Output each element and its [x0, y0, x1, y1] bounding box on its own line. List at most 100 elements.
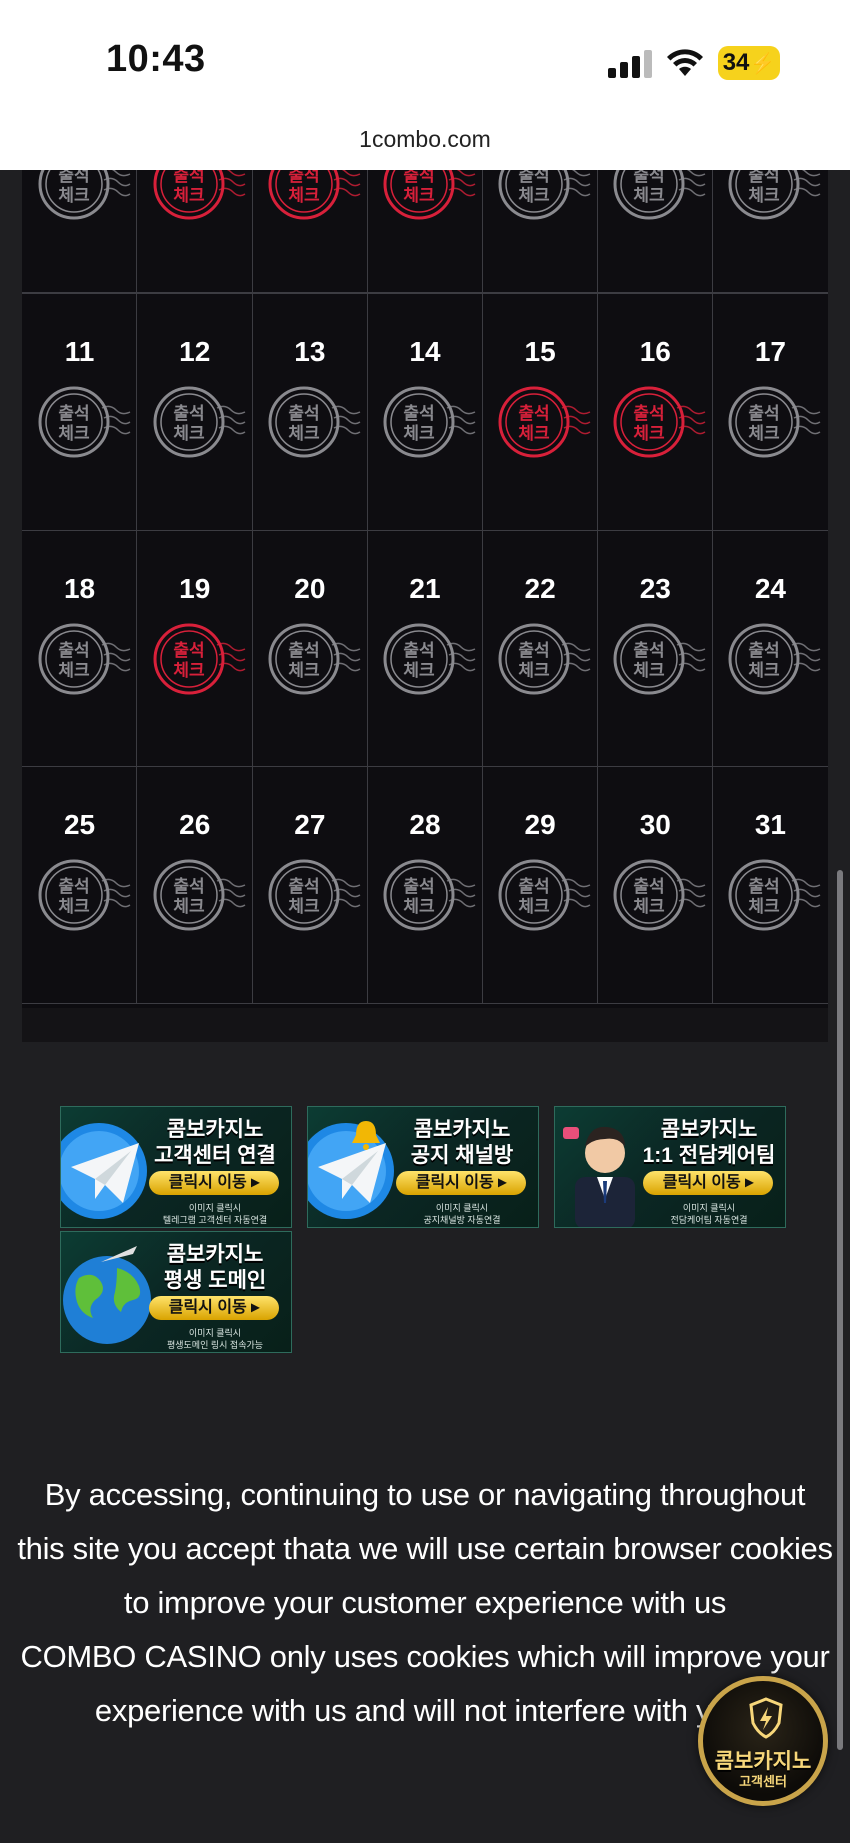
cookie-line: COMBO CASINO only uses cookies which wil… [20, 1639, 830, 1674]
calendar-day-cell[interactable]: 출석 체크 [481, 170, 599, 294]
banner-subtitle: 공지 채널방 [410, 1144, 514, 1167]
address-bar-url[interactable]: 1combo.com [0, 126, 850, 153]
svg-text:체크: 체크 [518, 424, 550, 444]
svg-text:체크: 체크 [58, 186, 90, 206]
svg-text:체크: 체크 [403, 661, 435, 681]
calendar-day-cell[interactable]: 29 출석 체크 [481, 766, 599, 1005]
banner-cta-button[interactable]: 클릭시 이동 ▸ [149, 1296, 279, 1320]
cellular-signal-icon [608, 50, 652, 78]
attendance-stamp-unchecked-icon: 출석체크 [383, 859, 476, 931]
promo-banner[interactable]: 콤보카지노 1:1 전담케어팀 클릭시 이동 ▸ 이미지 클릭시 전담케어팀 자동연결 [554, 1106, 786, 1228]
calendar-day-cell[interactable]: 31 출석 체크 [712, 766, 828, 1005]
calendar-day-cell[interactable]: 25 출석 체크 [22, 766, 138, 1005]
svg-text:체크: 체크 [288, 186, 320, 206]
promo-banner[interactable]: 콤보카지노 평생 도메인 클릭시 이동 ▸ 이미지 클릭시 평생도메인 링시 접속가능 [60, 1231, 292, 1353]
calendar-day-number: 13 [294, 336, 326, 368]
svg-text:출석: 출석 [173, 641, 204, 661]
svg-text:출석: 출석 [634, 170, 665, 186]
calendar-day-number: 27 [294, 809, 326, 841]
attendance-stamp-unchecked-icon: 출석체크 [383, 386, 476, 458]
svg-text:출석: 출석 [58, 641, 89, 661]
attendance-stamp-unchecked-icon: 출석체크 [728, 859, 821, 931]
attendance-stamp-unchecked-icon: 출석체크 [268, 623, 361, 695]
banner-cta-button[interactable]: 클릭시 이동 ▸ [396, 1171, 526, 1195]
attendance-stamp-unchecked-icon: 출석체크 [38, 623, 130, 695]
calendar-day-cell[interactable]: 28 출석 체크 [366, 766, 484, 1005]
svg-text:출석: 출석 [403, 170, 434, 186]
promo-banner[interactable]: 콤보카지노 공지 채널방 클릭시 이동 ▸ 이미지 클릭시 공지채널방 자동연결 [307, 1106, 539, 1228]
calendar-day-number: 23 [639, 572, 671, 604]
svg-text:체크: 체크 [634, 897, 666, 917]
svg-text:출석: 출석 [634, 404, 665, 424]
promo-banner[interactable]: 콤보카지노 고객센터 연결 클릭시 이동 ▸ 이미지 클릭시 텔레그램 고객센터 자동연… [60, 1106, 292, 1228]
calendar-day-cell[interactable]: 출석 체크 [712, 170, 828, 294]
calendar-day-cell[interactable]: 15 출석 체크 [481, 293, 599, 532]
svg-text:출석: 출석 [288, 170, 319, 186]
calendar-day-cell[interactable]: 27 출석 체크 [251, 766, 369, 1005]
calendar-day-cell[interactable]: 12 출석 체크 [136, 293, 254, 532]
calendar-day-number: 19 [179, 572, 211, 604]
svg-text:체크: 체크 [518, 661, 550, 681]
attendance-stamp-unchecked-icon: 출석체크 [153, 859, 246, 931]
banner-cta-button[interactable]: 클릭시 이동 ▸ [149, 1171, 279, 1195]
svg-text:체크: 체크 [173, 186, 205, 206]
calendar-day-cell[interactable]: 14 출석 체크 [366, 293, 484, 532]
svg-text:체크: 체크 [749, 424, 781, 444]
charging-bolt-icon: ⚡ [750, 52, 776, 75]
calendar-day-number: 16 [639, 336, 671, 368]
banner-caption-detail: 평생도메인 링시 접속가능 [166, 1340, 264, 1350]
banner-caption-detail: 공지채널방 자동연결 [423, 1215, 501, 1225]
calendar-day-number: 17 [754, 336, 786, 368]
svg-text:체크: 체크 [749, 661, 781, 681]
svg-text:출석: 출석 [518, 404, 549, 424]
calendar-day-cell[interactable]: 출석 체크 [251, 170, 369, 294]
attendance-stamp-unchecked-icon: 출석체크 [38, 859, 130, 931]
customer-support-button[interactable]: 콤보카지노 고객센터 [698, 1676, 828, 1806]
calendar-day-cell[interactable]: 11 출석 체크 [22, 293, 138, 532]
calendar-day-cell[interactable]: 16 출석 체크 [596, 293, 714, 532]
calendar-day-number: 21 [409, 572, 441, 604]
attendance-stamp-unchecked-icon: 출석체크 [728, 623, 821, 695]
attendance-stamp-unchecked-icon: 출석체크 [613, 623, 706, 695]
svg-text:체크: 체크 [58, 661, 90, 681]
svg-text:출석: 출석 [403, 404, 434, 424]
calendar-day-cell[interactable]: 출석 체크 [136, 170, 254, 294]
svg-text:출석: 출석 [58, 170, 89, 186]
banner-subtitle: 평생 도메인 [163, 1269, 267, 1292]
calendar-day-cell[interactable]: 22 출석 체크 [481, 529, 599, 768]
calendar-day-cell[interactable]: 출석 체크 [22, 170, 138, 294]
calendar-day-cell[interactable]: 19 출석 체크 [136, 529, 254, 768]
svg-text:출석: 출석 [634, 641, 665, 661]
attendance-stamp-unchecked-icon: 출석체크 [383, 623, 476, 695]
attendance-stamp-unchecked-icon: 출석체크 [38, 170, 130, 220]
calendar-day-cell[interactable]: 출석 체크 [596, 170, 714, 294]
calendar-day-cell[interactable]: 21 출석 체크 [366, 529, 484, 768]
banner-caption-detail: 텔레그램 고객센터 자동연결 [162, 1215, 268, 1225]
calendar-day-cell[interactable]: 13 출석 체크 [251, 293, 369, 532]
calendar-day-cell[interactable]: 20 출석 체크 [251, 529, 369, 768]
calendar-day-cell[interactable]: 23 출석 체크 [596, 529, 714, 768]
banner-cta-button[interactable]: 클릭시 이동 ▸ [643, 1171, 773, 1195]
attendance-calendar: 출석 체크 출석 체크 출석 체크 출석 체크 출석 체크 출석 체크 출석 체크 11 출석 체크 12 출석 체… [22, 170, 828, 1008]
attendance-stamp-unchecked-icon: 출석체크 [153, 386, 246, 458]
attendance-stamp-unchecked-icon: 출석체크 [498, 170, 591, 220]
calendar-day-cell[interactable]: 26 출석 체크 [136, 766, 254, 1005]
calendar-day-number: 26 [179, 809, 211, 841]
page-scrollbar[interactable] [837, 870, 843, 1750]
svg-text:체크: 체크 [173, 661, 205, 681]
svg-text:출석: 출석 [518, 641, 549, 661]
attendance-stamp-checked-icon: 출석체크 [268, 170, 361, 220]
attendance-stamp-unchecked-icon: 출석체크 [268, 386, 361, 458]
calendar-footer-bar [22, 1008, 828, 1042]
attendance-stamp-checked-icon: 출석체크 [153, 623, 246, 695]
calendar-day-cell[interactable]: 18 출석 체크 [22, 529, 138, 768]
svg-text:체크: 체크 [403, 186, 435, 206]
calendar-day-cell[interactable]: 30 출석 체크 [596, 766, 714, 1005]
calendar-day-cell[interactable]: 출석 체크 [366, 170, 484, 294]
svg-text:체크: 체크 [58, 424, 90, 444]
svg-text:출석: 출석 [634, 877, 665, 897]
svg-text:체크: 체크 [288, 897, 320, 917]
calendar-day-cell[interactable]: 17 출석 체크 [712, 293, 828, 532]
calendar-day-cell[interactable]: 24 출석 체크 [712, 529, 828, 768]
attendance-stamp-checked-icon: 출석체크 [613, 386, 706, 458]
